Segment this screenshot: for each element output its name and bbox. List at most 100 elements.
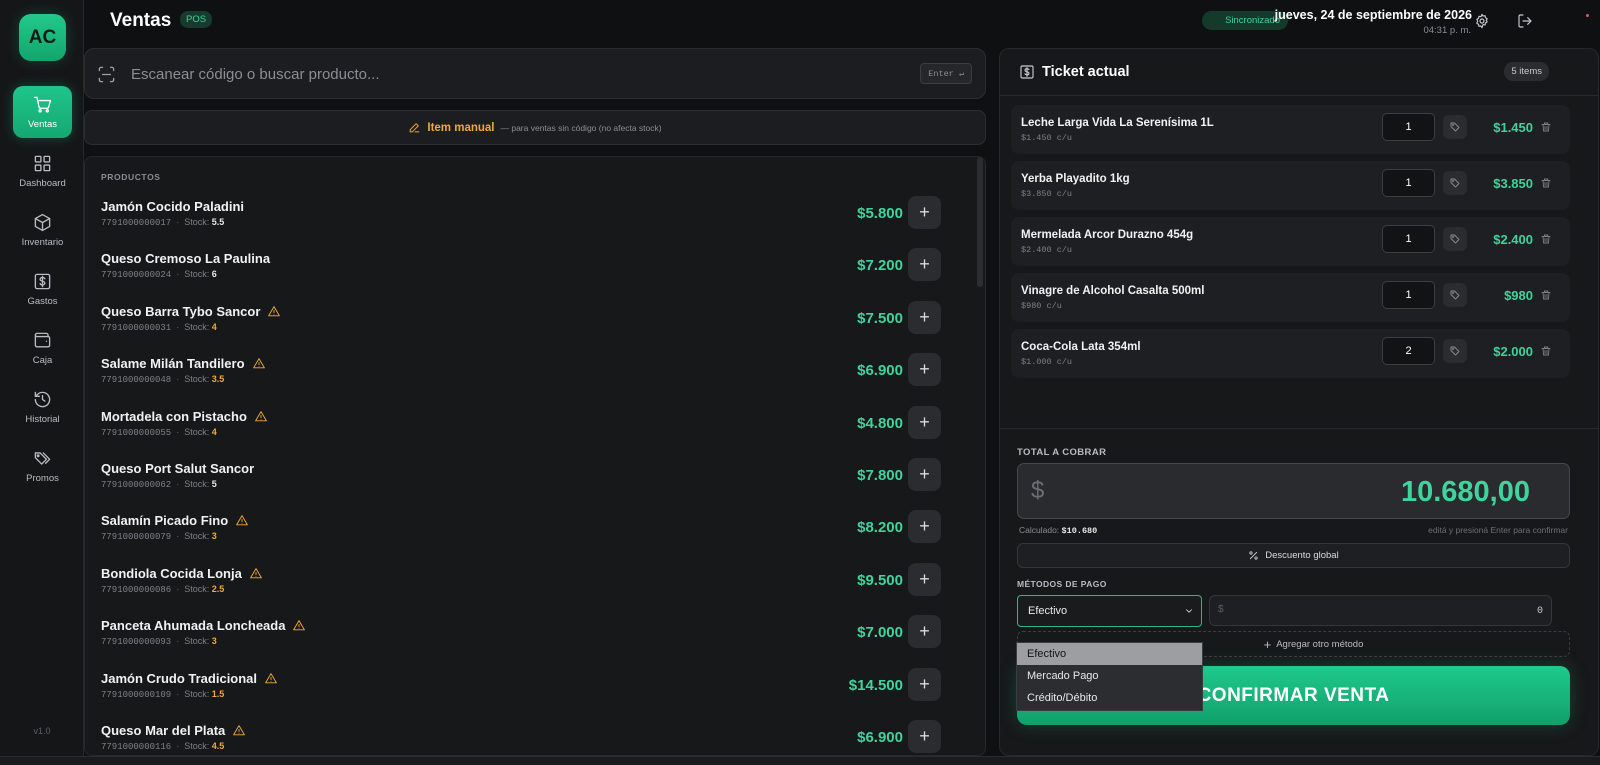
product-meta: 7791000000109 · Stock: 1.5 <box>101 689 224 700</box>
sidebar-item-inventario[interactable]: Inventario <box>13 204 72 256</box>
sidebar-item-label: Caja <box>32 354 53 366</box>
search-input[interactable] <box>131 62 891 86</box>
remove-item-button[interactable] <box>1540 177 1552 189</box>
quantity-input[interactable] <box>1382 281 1435 309</box>
product-row[interactable]: Mortadela con Pistacho 7791000000055 · Stoc… <box>85 403 965 456</box>
separator-dot: · <box>176 374 180 385</box>
add-product-button[interactable]: + <box>908 248 941 282</box>
tag-icon <box>1449 345 1461 357</box>
dollar-icon <box>34 273 51 289</box>
sidebar-item-label: Historial <box>25 413 60 425</box>
warning-icon <box>267 305 281 318</box>
add-product-button[interactable]: + <box>908 353 941 387</box>
add-product-button[interactable]: + <box>908 300 941 334</box>
product-row[interactable]: Salamín Picado Fino 7791000000079 · Stock: … <box>85 507 965 560</box>
item-discount-button[interactable] <box>1443 283 1467 307</box>
ticket-header: Ticket actual 5 items <box>1000 49 1598 96</box>
sidebar-item-gastos[interactable]: Gastos <box>13 263 72 315</box>
ticket-item-count: 5 items <box>1504 62 1549 81</box>
total-amount-field[interactable]: $ 10.680,00 <box>1017 463 1570 519</box>
quantity-input[interactable] <box>1382 337 1435 365</box>
product-row[interactable]: Jamón Cocido Paladini 7791000000017 · Stock… <box>85 193 965 246</box>
sidebar-item-historial[interactable]: Historial <box>13 381 72 433</box>
calculated-total: Calculado: $10.680 <box>1019 525 1097 536</box>
product-code: 7791000000031 <box>101 322 172 333</box>
add-payment-method-label: Agregar otro método <box>1276 638 1364 650</box>
remove-item-button[interactable] <box>1540 289 1552 301</box>
cart-item-name: Yerba Playadito 1kg <box>1021 173 1130 185</box>
product-name: Mortadela con Pistacho <box>101 409 268 424</box>
add-product-button[interactable]: + <box>908 405 941 439</box>
logout-button[interactable] <box>1517 13 1533 29</box>
item-discount-button[interactable] <box>1443 227 1467 251</box>
app-logo: AC <box>19 14 66 61</box>
remove-item-button[interactable] <box>1540 345 1552 357</box>
sidebar-item-ventas[interactable]: Ventas <box>13 86 72 138</box>
payment-method-selected: Efectivo <box>1028 605 1068 617</box>
plus-icon: + <box>919 516 930 537</box>
dropdown-option-mercado-pago[interactable]: Mercado Pago <box>1017 665 1202 687</box>
sidebar-item-caja[interactable]: Caja <box>13 322 72 374</box>
add-product-button[interactable]: + <box>908 720 941 753</box>
trash-icon <box>1540 177 1552 189</box>
manual-item-button[interactable]: Item manual — para ventas sin código (no… <box>84 110 986 145</box>
current-time: 04:31 p. m. <box>1423 25 1471 36</box>
product-name-text: Salamín Picado Fino <box>101 513 229 529</box>
separator-dot: · <box>176 688 180 699</box>
dropdown-option-efectivo[interactable]: Efectivo <box>1017 643 1202 665</box>
quantity-input[interactable] <box>1382 113 1435 141</box>
settings-button[interactable] <box>1474 13 1490 29</box>
add-product-button[interactable]: + <box>908 615 941 649</box>
products-scrollbar[interactable] <box>977 157 983 287</box>
product-row[interactable]: Queso Mar del Plata 7791000000116 · Stock: … <box>85 717 965 755</box>
product-row[interactable]: Queso Barra Tybo Sancor 7791000000031 · Sto… <box>85 298 965 351</box>
total-edit-hint: editá y presioná Enter para confirmar <box>1428 525 1568 535</box>
product-search-box[interactable]: Enter ↵ <box>84 48 986 99</box>
cart-item-total: $2.400 <box>1493 232 1533 247</box>
products-panel: PRODUCTOS Jamón Cocido Paladini 779100000… <box>84 156 986 756</box>
product-price: $7.200 <box>857 257 903 275</box>
stock-label: Stock: <box>184 374 210 385</box>
product-row[interactable]: Queso Port Salut Sancor 7791000000062 · Sto… <box>85 455 965 508</box>
quantity-input[interactable] <box>1382 225 1435 253</box>
global-discount-button[interactable]: Descuento global <box>1017 543 1570 568</box>
product-row[interactable]: Queso Cremoso La Paulina 7791000000024 · St… <box>85 245 965 298</box>
product-meta: 7791000000086 · Stock: 2.5 <box>101 584 224 595</box>
cart-item-total: $2.000 <box>1493 344 1533 359</box>
payment-amount-input[interactable] <box>1243 602 1543 620</box>
stock-value: 3.5 <box>211 374 225 385</box>
item-discount-button[interactable] <box>1443 339 1467 363</box>
dropdown-option-credito-debito[interactable]: Crédito/Débito <box>1017 687 1202 709</box>
current-date: jueves, 24 de septiembre de 2026 <box>1274 8 1472 22</box>
add-product-button[interactable]: + <box>908 510 941 544</box>
add-product-button[interactable]: + <box>908 667 941 701</box>
payment-amount-field[interactable]: $ <box>1209 595 1552 626</box>
cart-item-name: Vinagre de Alcohol Casalta 500ml <box>1021 285 1205 297</box>
item-discount-button[interactable] <box>1443 115 1467 139</box>
add-product-button[interactable]: + <box>908 196 941 229</box>
item-discount-button[interactable] <box>1443 171 1467 195</box>
plus-icon: + <box>919 673 930 694</box>
product-row[interactable]: Panceta Ahumada Loncheada 7791000000093 · S… <box>85 612 965 665</box>
quantity-input[interactable] <box>1382 169 1435 197</box>
product-row[interactable]: Jamón Crudo Tradicional 7791000000109 · Sto… <box>85 665 965 718</box>
calculated-label: Calculado: <box>1019 525 1060 535</box>
product-row[interactable]: Bondiola Cocida Lonja 7791000000086 · Stock… <box>85 560 965 613</box>
product-price: $6.900 <box>857 362 903 380</box>
stock-label: Stock: <box>184 583 210 594</box>
add-product-button[interactable]: + <box>908 458 941 491</box>
product-name-text: Queso Port Salut Sancor <box>101 461 255 476</box>
notification-dot <box>1586 14 1589 17</box>
sidebar-item-dashboard[interactable]: Dashboard <box>13 145 72 197</box>
sidebar-item-promos[interactable]: Promos <box>13 440 72 492</box>
remove-item-button[interactable] <box>1540 233 1552 245</box>
payment-method-select[interactable]: Efectivo <box>1017 595 1202 627</box>
total-currency: $ <box>1031 477 1045 504</box>
add-product-button[interactable]: + <box>908 562 941 596</box>
product-meta: 7791000000048 · Stock: 3.5 <box>101 374 224 385</box>
plus-icon: + <box>919 568 930 589</box>
remove-item-button[interactable] <box>1540 121 1552 133</box>
product-name-text: Panceta Ahumada Loncheada <box>101 618 286 634</box>
product-name: Bondiola Cocida Lonja <box>101 566 263 581</box>
product-row[interactable]: Salame Milán Tandilero 7791000000048 · Stoc… <box>85 350 965 403</box>
